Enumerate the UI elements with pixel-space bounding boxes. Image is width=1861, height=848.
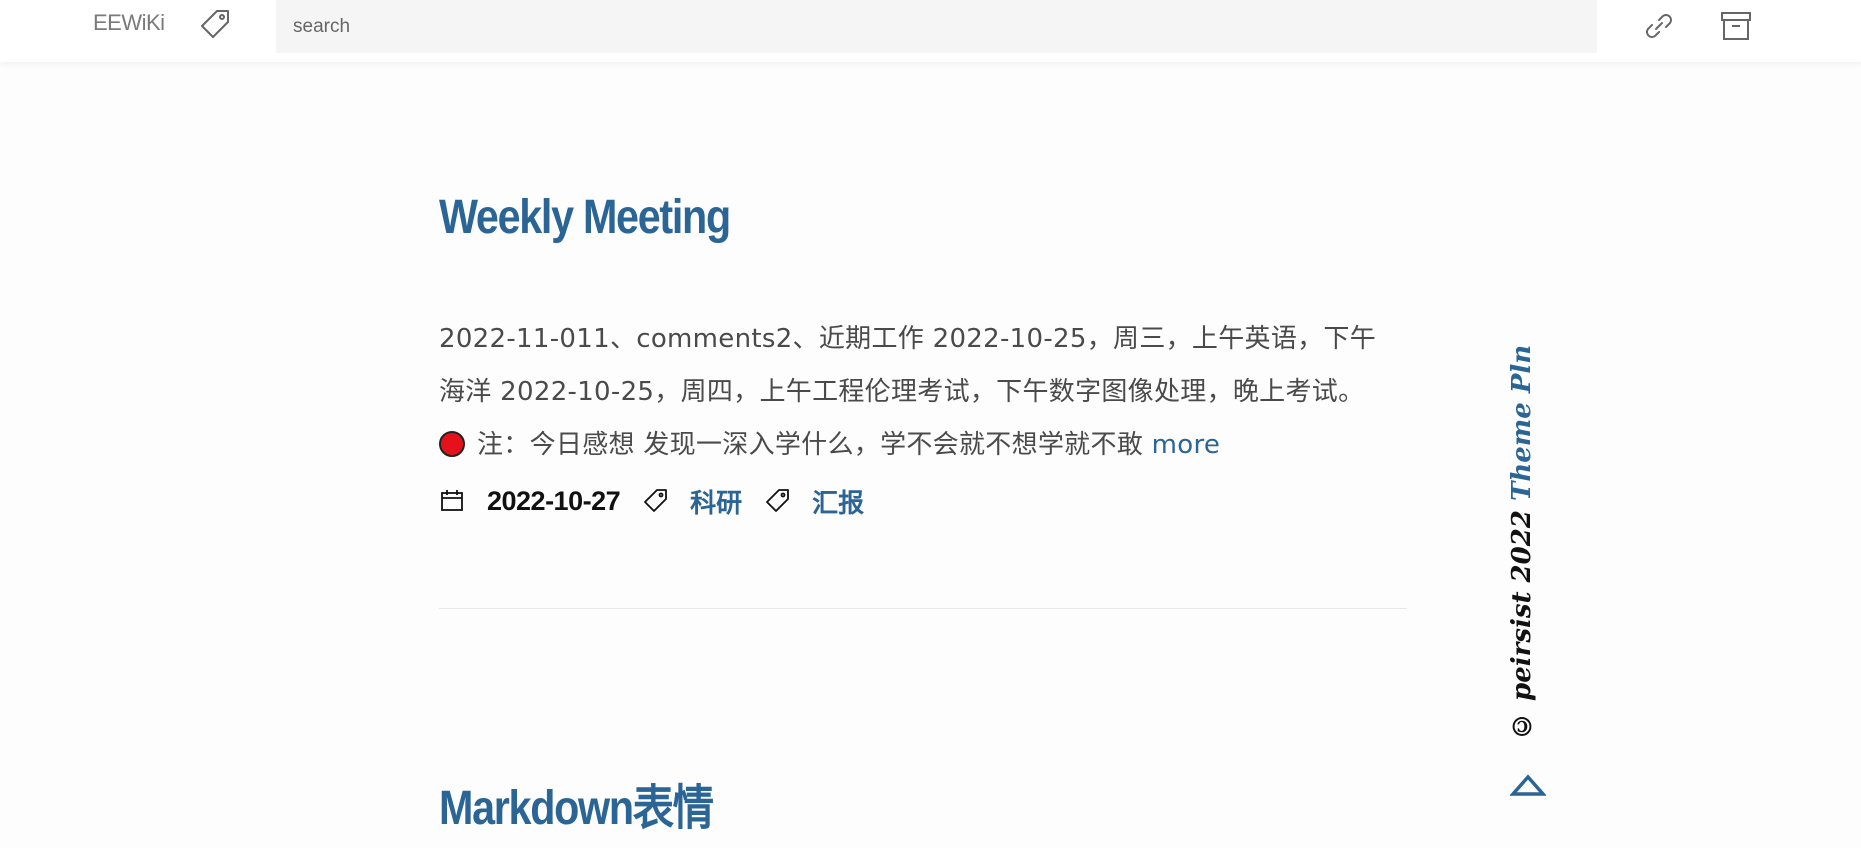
- post-title-link[interactable]: Weekly Meeting: [439, 190, 731, 245]
- excerpt-line: 2022-11-011、comments2、近期工作 2022-10-25，周三…: [439, 324, 1377, 354]
- archive-icon[interactable]: [1719, 9, 1753, 43]
- post-meta: 2022-10-27 科研 汇报: [439, 483, 886, 520]
- post-card: Weekly Meeting: [439, 190, 1407, 245]
- site-brand-link[interactable]: EEWiKi: [93, 10, 165, 36]
- tag-link[interactable]: 汇报: [812, 483, 864, 520]
- read-more-link[interactable]: more: [1152, 430, 1221, 460]
- excerpt-line: 注：今日感想 发现一深入学什么，学不会就不想学就不敢: [477, 430, 1144, 460]
- calendar-icon: [439, 488, 465, 514]
- theme-link[interactable]: Theme Pln: [1507, 345, 1537, 501]
- tag-link[interactable]: 科研: [690, 483, 742, 520]
- post-date: 2022-10-27: [487, 485, 621, 516]
- excerpt-line-with-more: 注：今日感想 发现一深入学什么，学不会就不想学就不敢 more: [439, 419, 1407, 472]
- post-divider: [439, 608, 1407, 609]
- red-circle-emoji-icon: [439, 431, 465, 457]
- post-title-link[interactable]: Markdown表情: [439, 768, 714, 838]
- excerpt-line: 海洋 2022-10-25，周四，上午工程伦理考试，下午数字图像处理，晚上考试。: [439, 377, 1365, 407]
- link-icon[interactable]: [1641, 8, 1677, 44]
- tag-icon[interactable]: [197, 8, 231, 42]
- copyright-label: © peirsist 2022: [1507, 501, 1537, 740]
- tag-icon: [764, 488, 790, 514]
- tag-icon: [642, 488, 668, 514]
- copyright-text: © peirsist 2022 Theme Pln: [1507, 345, 1547, 740]
- search-input[interactable]: [276, 0, 1597, 53]
- post-excerpt: 2022-11-011、comments2、近期工作 2022-10-25，周三…: [439, 313, 1407, 472]
- vertical-footer: © peirsist 2022 Theme Pln: [1507, 345, 1557, 800]
- up-arrow-icon[interactable]: [1509, 772, 1547, 798]
- top-navigation-bar: EEWiKi: [0, 0, 1861, 62]
- post-card: Markdown表情: [439, 768, 1407, 838]
